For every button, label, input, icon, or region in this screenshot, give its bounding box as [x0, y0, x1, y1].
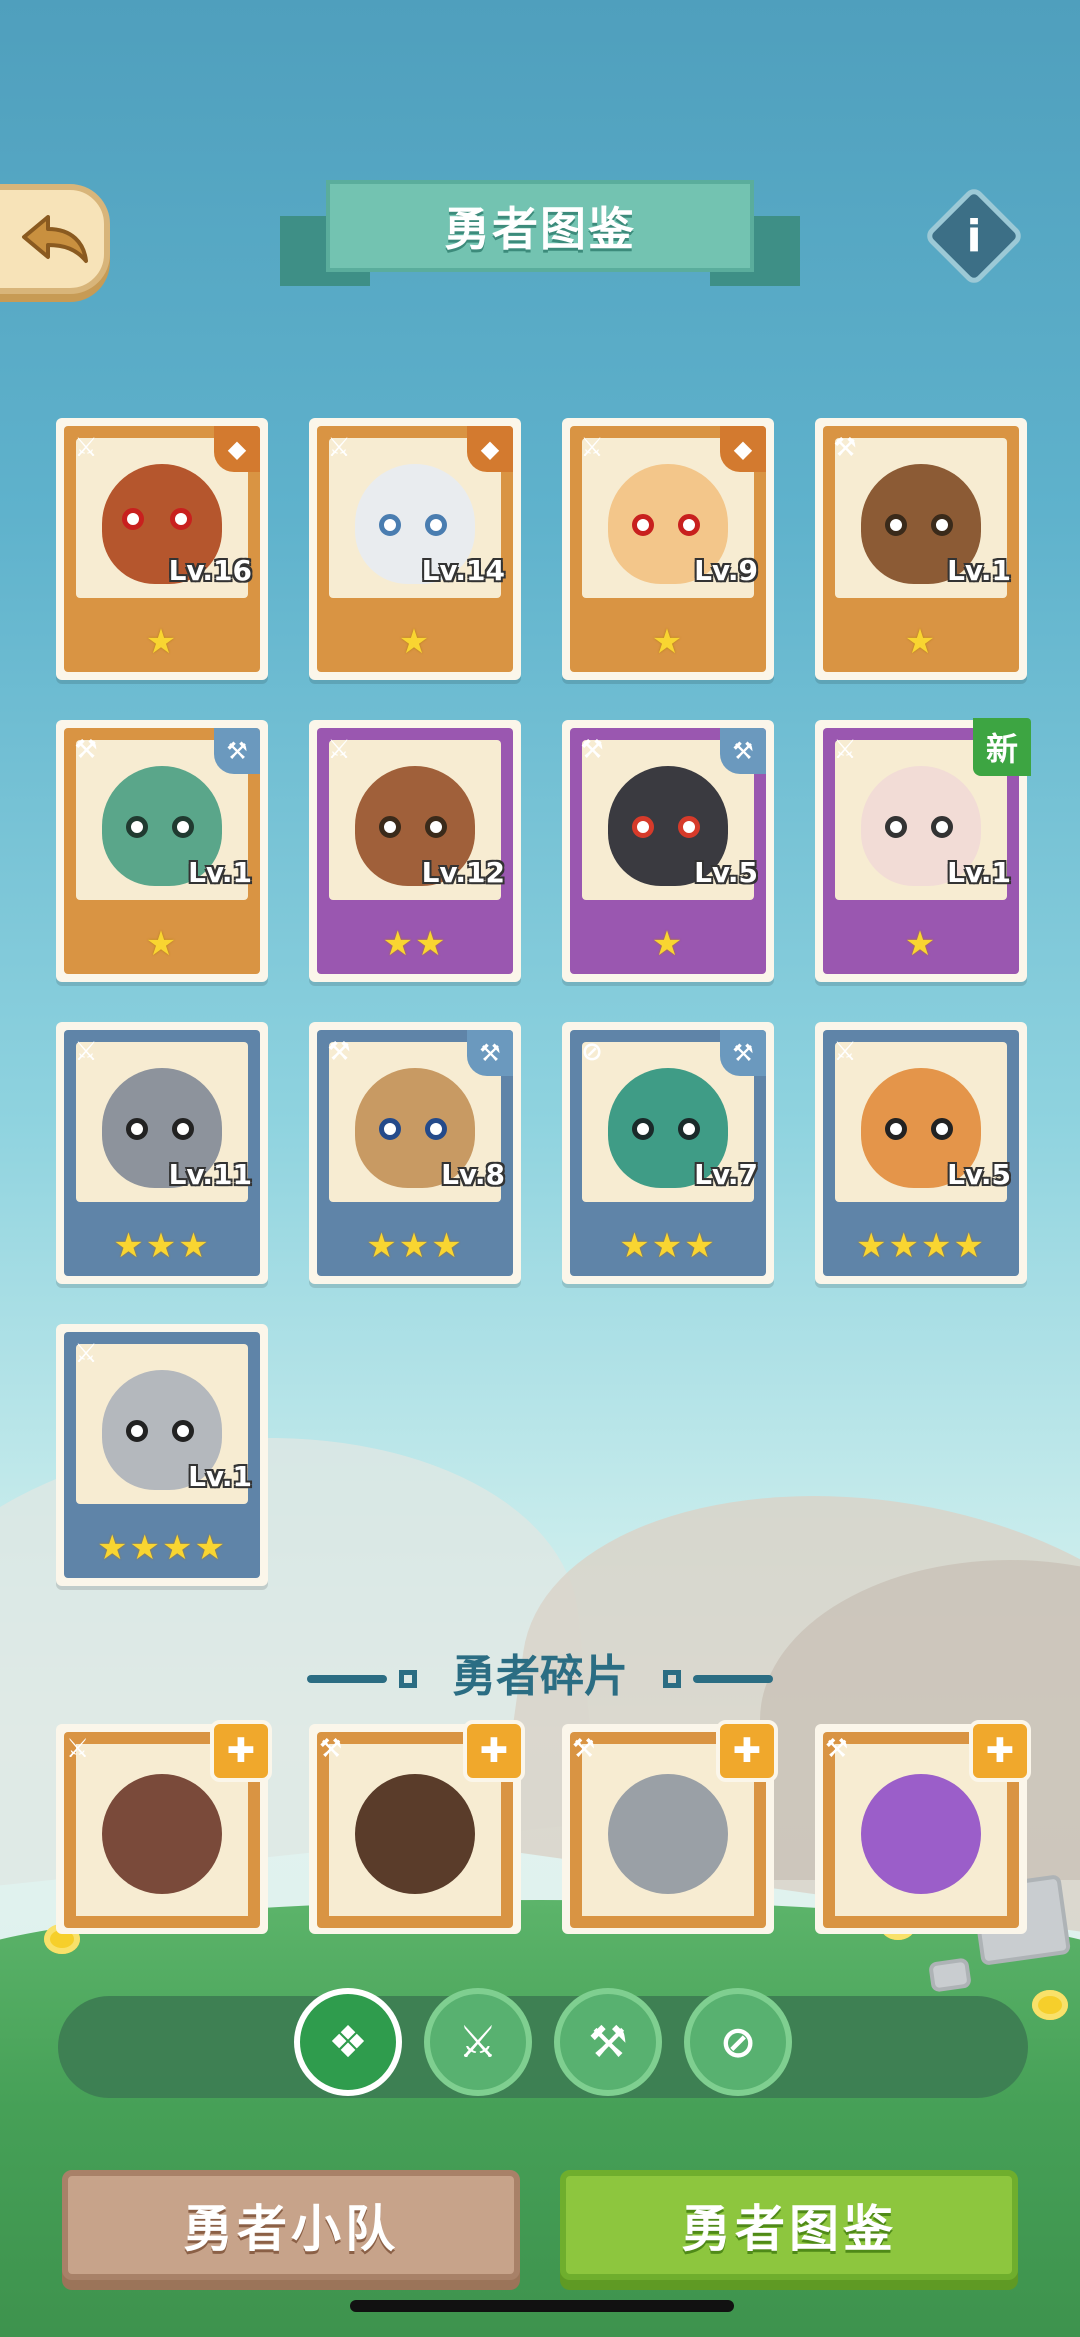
puzzle-icon: ✚: [463, 1720, 525, 1782]
home-indicator[interactable]: [350, 2300, 734, 2312]
compass-icon: ⊘: [581, 1037, 603, 1067]
hero-stars: ★: [145, 924, 179, 964]
hero-card[interactable]: ⚔ Lv.5 ★★★★: [815, 1022, 1027, 1284]
sword-icon: ⚔: [74, 1339, 98, 1369]
puzzle-icon: ✚: [969, 1720, 1031, 1782]
flower-decoration: [1032, 1990, 1068, 2020]
hammer-icon: ⚒: [572, 1734, 596, 1764]
hero-card[interactable]: ⚒ ⚒ Lv.8 ★★★: [309, 1022, 521, 1284]
hammer-class-icon: ⚒: [214, 728, 260, 774]
hero-stars: ★: [398, 622, 432, 662]
hero-card[interactable]: ⚔ Lv.12 ★★: [309, 720, 521, 982]
filter-sword-button[interactable]: ⚔: [424, 1988, 532, 2096]
hammer-icon: ⚒: [833, 433, 857, 463]
hero-level: Lv.5: [694, 856, 758, 889]
back-arrow-icon: [22, 215, 88, 263]
hero-stars: ★★★: [366, 1226, 464, 1266]
rock-decoration: [928, 1957, 972, 1993]
hero-stars: ★: [651, 924, 685, 964]
new-badge: 新: [973, 718, 1031, 776]
page-title: 勇者图鉴: [444, 202, 636, 256]
hero-card[interactable]: ⊘ ⚒ Lv.7 ★★★: [562, 1022, 774, 1284]
hammer-class-icon: ⚒: [720, 1030, 766, 1076]
filter-hammer-button[interactable]: ⚒: [554, 1988, 662, 2096]
hero-level: Lv.7: [694, 1158, 758, 1191]
back-button[interactable]: [0, 184, 110, 294]
hero-stars: ★★★: [619, 1226, 717, 1266]
hero-card[interactable]: ⚔ ◆ Lv.14 ★: [309, 418, 521, 680]
hero-level: Lv.14: [421, 554, 505, 587]
hero-stars: ★: [904, 924, 938, 964]
info-button[interactable]: i: [923, 185, 1025, 287]
hero-stars: ★: [145, 622, 179, 662]
sword-icon: ⚔: [74, 1037, 98, 1067]
hero-card[interactable]: ⚔ Lv.11 ★★★: [56, 1022, 268, 1284]
class-filter-bar: [58, 1996, 1028, 2098]
fragment-card[interactable]: ⚒ ✚: [815, 1720, 1031, 1934]
sword-icon: ⚔: [458, 2016, 498, 2068]
diamond-grid-icon: ❖: [328, 2016, 368, 2068]
hero-stars: ★★: [382, 924, 448, 964]
hero-card[interactable]: ⚔ ◆ Lv.9 ★: [562, 418, 774, 680]
hero-level: Lv.5: [947, 1158, 1011, 1191]
hammer-class-icon: ⚒: [467, 1030, 513, 1076]
hero-stars: ★: [651, 622, 685, 662]
hero-card[interactable]: ⚒ Lv.1 ★: [815, 418, 1027, 680]
fragment-card[interactable]: ⚒ ✚: [309, 1720, 525, 1934]
hammer-icon: ⚒: [825, 1734, 849, 1764]
filter-all-button[interactable]: ❖: [294, 1988, 402, 2096]
info-icon: i: [966, 210, 982, 262]
hero-level: Lv.8: [441, 1158, 505, 1191]
sword-icon: ⚔: [66, 1734, 90, 1764]
hero-card[interactable]: ⚒ ⚒ Lv.5 ★: [562, 720, 774, 982]
title-ribbon: 勇者图鉴: [280, 180, 800, 290]
hammer-icon: ⚒: [327, 1037, 351, 1067]
hero-level: Lv.9: [694, 554, 758, 587]
game-screen: { "header": {"title": "勇者图鉴"}, "heroes":…: [0, 0, 1080, 2337]
hero-stars: ★★★: [113, 1226, 211, 1266]
sword-icon: ⚔: [833, 735, 857, 765]
hero-level: Lv.1: [188, 856, 252, 889]
hero-card[interactable]: ⚔ Lv.1 ★★★★: [56, 1324, 268, 1586]
flag-icon: ◆: [720, 426, 766, 472]
hero-card[interactable]: ⚒ ⚒ Lv.1 ★: [56, 720, 268, 982]
hero-level: Lv.11: [168, 1158, 252, 1191]
hammer-icon: ⚒: [580, 735, 604, 765]
puzzle-icon: ✚: [716, 1720, 778, 1782]
sword-icon: ⚔: [327, 735, 351, 765]
hero-card[interactable]: ⚔ Lv.1 ★ 新: [815, 718, 1031, 982]
sword-icon: ⚔: [833, 1037, 857, 1067]
hero-level: Lv.1: [188, 1460, 252, 1493]
hero-level: Lv.1: [947, 856, 1011, 889]
filter-compass-button[interactable]: ⊘: [684, 1988, 792, 2096]
flag-icon: ◆: [214, 426, 260, 472]
hammer-icon: ⚒: [74, 735, 98, 765]
sword-icon: ⚔: [74, 433, 98, 463]
hero-level: Lv.1: [947, 554, 1011, 587]
sword-icon: ⚔: [327, 433, 351, 463]
hero-card[interactable]: ⚔ ◆ Lv.16 ★: [56, 418, 268, 680]
hero-level: Lv.16: [168, 554, 252, 587]
hero-stars: ★: [904, 622, 938, 662]
hero-level: Lv.12: [421, 856, 505, 889]
hero-team-button[interactable]: 勇者小队: [62, 2170, 520, 2280]
fragments-section-title: 勇者碎片: [0, 1640, 1080, 1704]
hero-stars: ★★★★: [856, 1226, 986, 1266]
flag-icon: ◆: [467, 426, 513, 472]
fragment-card[interactable]: ⚔ ✚: [56, 1720, 272, 1934]
hammer-icon: ⚒: [588, 2016, 628, 2068]
fragment-card[interactable]: ⚒ ✚: [562, 1720, 778, 1934]
hero-stars: ★★★★: [97, 1528, 227, 1568]
hammer-icon: ⚒: [319, 1734, 343, 1764]
puzzle-icon: ✚: [210, 1720, 272, 1782]
compass-icon: ⊘: [719, 2016, 757, 2068]
hero-codex-button[interactable]: 勇者图鉴: [560, 2170, 1018, 2280]
sword-icon: ⚔: [580, 433, 604, 463]
hammer-class-icon: ⚒: [720, 728, 766, 774]
